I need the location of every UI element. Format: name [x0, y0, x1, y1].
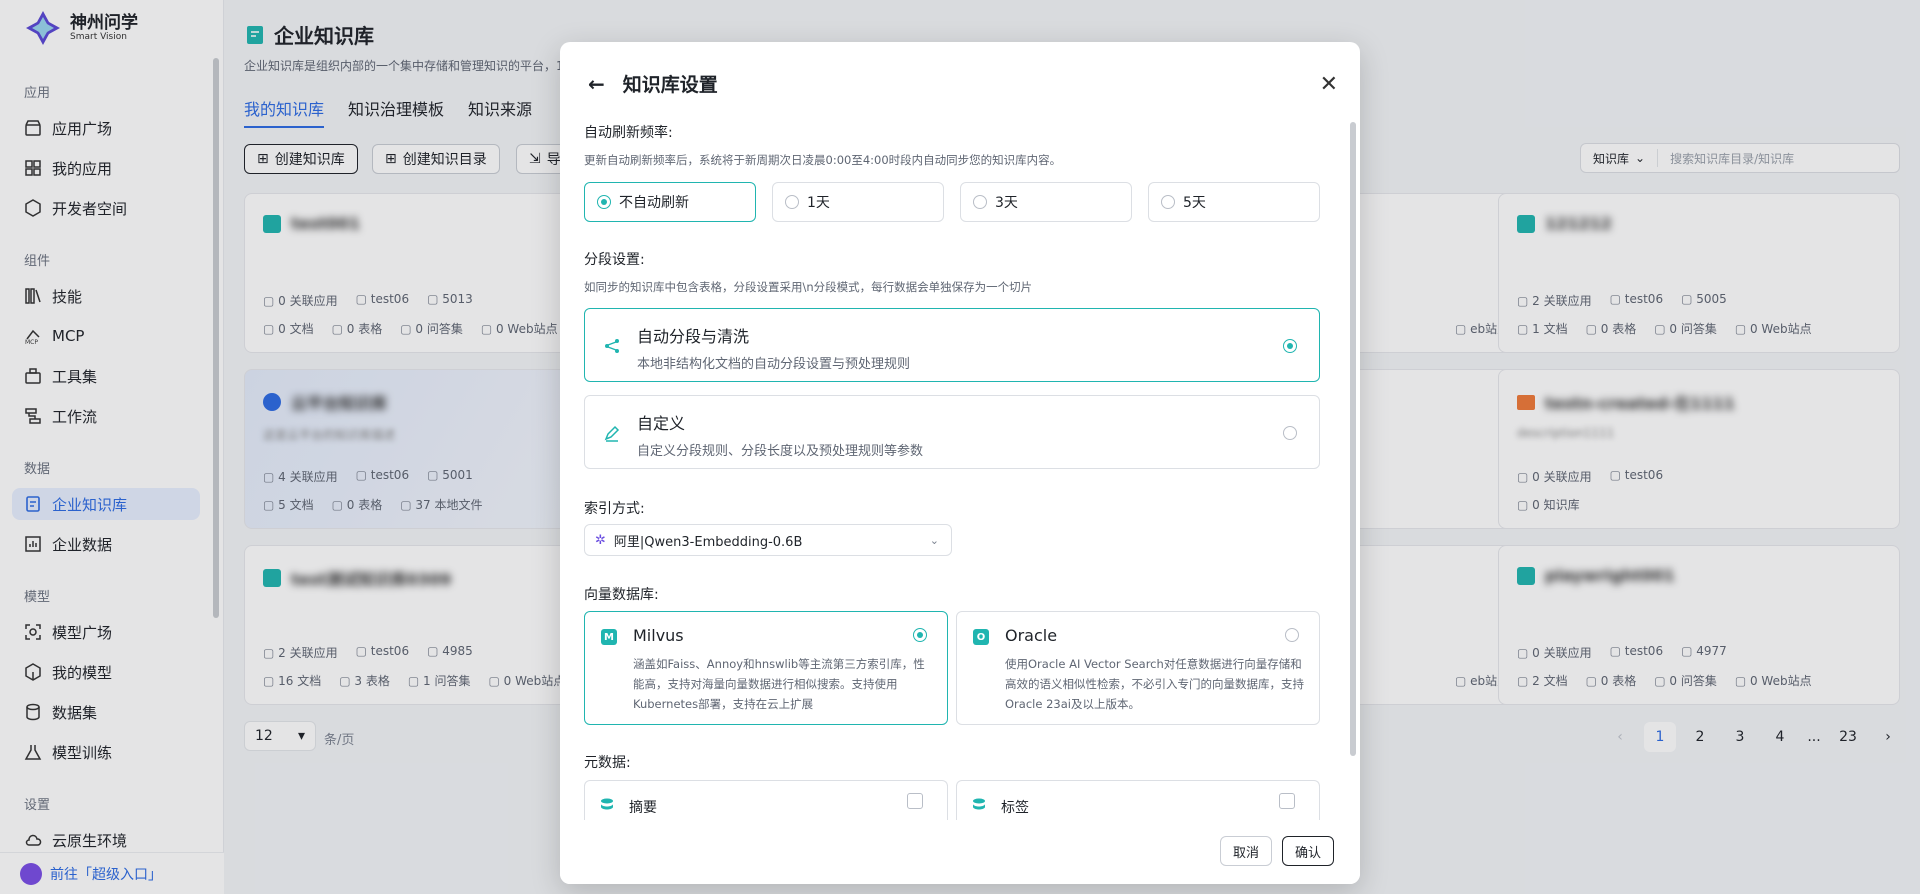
radio-icon	[1285, 628, 1299, 642]
refresh-option-3day[interactable]: 3天	[960, 182, 1132, 222]
vector-db-desc: 使用Oracle AI Vector Search对任意数据进行向量存储和高效的…	[1005, 657, 1304, 711]
refresh-option-5day[interactable]: 5天	[1148, 182, 1320, 222]
dialog-footer: 取消 确认	[560, 822, 1360, 884]
index-label: 索引方式:	[584, 501, 645, 517]
dialog-scrollbar[interactable]	[1350, 122, 1356, 756]
refresh-hint: 更新自动刷新频率后，系统将于新周期次日凌晨0:00至4:00时段内自动同步您的知…	[584, 153, 1062, 167]
segment-option-custom[interactable]: 自定义 自定义分段规则、分段长度以及预处理规则等参数	[584, 395, 1320, 469]
segment-hint: 如同步的知识库中包含表格，分段设置采用\n分段模式，每行数据会单独保存为一个切片	[584, 280, 1033, 294]
split-icon	[605, 339, 619, 353]
segment-label: 分段设置:	[584, 252, 645, 268]
stack-icon	[601, 798, 613, 810]
index-model-select[interactable]: ✲ 阿里|Qwen3-Embedding-0.6B ⌄	[584, 524, 952, 556]
radio-icon	[913, 628, 927, 642]
refresh-option-none[interactable]: 不自动刷新	[584, 182, 756, 222]
chevron-down-icon: ⌄	[929, 533, 939, 547]
refresh-option-1day[interactable]: 1天	[772, 182, 944, 222]
checkbox[interactable]	[1279, 793, 1295, 809]
segment-option-title: 自动分段与清洗	[637, 327, 750, 346]
checkbox[interactable]	[907, 793, 923, 809]
milvus-icon: M	[601, 629, 617, 645]
close-icon[interactable]: ✕	[1320, 72, 1338, 97]
index-model-value: 阿里|Qwen3-Embedding-0.6B	[613, 534, 803, 550]
stack-icon	[973, 798, 985, 810]
back-arrow-icon[interactable]: ←	[588, 72, 605, 96]
segment-option-auto[interactable]: 自动分段与清洗 本地非结构化文档的自动分段设置与预处理规则	[584, 308, 1320, 382]
radio-icon	[1283, 339, 1297, 353]
vector-db-option-milvus[interactable]: M Milvus 涵盖如Faiss、Annoy和hnswlib等主流第三方索引库…	[584, 611, 948, 725]
metadata-option-summary[interactable]: 摘要	[584, 780, 948, 820]
vector-db-desc: 涵盖如Faiss、Annoy和hnswlib等主流第三方索引库，性能高，支持对海…	[633, 657, 925, 711]
radio-icon	[1283, 426, 1297, 440]
metadata-option-label: 标签	[1001, 800, 1029, 816]
cancel-button[interactable]: 取消	[1220, 836, 1273, 866]
kb-settings-dialog: ← 知识库设置 ✕ 自动刷新频率: 更新自动刷新频率后，系统将于新周期次日凌晨0…	[560, 42, 1360, 884]
confirm-button[interactable]: 确认	[1282, 836, 1335, 866]
dialog-title: 知识库设置	[622, 74, 718, 96]
vector-db-option-oracle[interactable]: O Oracle 使用Oracle AI Vector Search对任意数据进…	[956, 611, 1320, 725]
refresh-option-label: 不自动刷新	[619, 195, 689, 211]
radio-icon	[973, 195, 987, 209]
radio-icon	[785, 195, 799, 209]
segment-option-desc: 本地非结构化文档的自动分段设置与预处理规则	[637, 357, 911, 372]
metadata-label: 元数据:	[584, 755, 631, 771]
radio-icon	[597, 195, 611, 209]
refresh-option-label: 5天	[1183, 195, 1206, 211]
vector-db-label: 向量数据库:	[584, 587, 659, 603]
radio-icon	[1161, 195, 1175, 209]
refresh-option-label: 1天	[807, 195, 830, 211]
edit-icon	[604, 425, 620, 442]
segment-option-desc: 自定义分段规则、分段长度以及预处理规则等参数	[637, 444, 924, 459]
vector-db-title: Oracle	[1005, 626, 1058, 645]
segment-option-title: 自定义	[637, 414, 686, 433]
metadata-option-label: 摘要	[629, 800, 657, 816]
oracle-icon: O	[973, 629, 989, 645]
qwen-icon: ✲	[595, 532, 606, 548]
refresh-option-label: 3天	[995, 195, 1018, 211]
refresh-label: 自动刷新频率:	[584, 125, 673, 141]
metadata-option-tags[interactable]: 标签	[956, 780, 1320, 820]
vector-db-title: Milvus	[633, 626, 684, 645]
